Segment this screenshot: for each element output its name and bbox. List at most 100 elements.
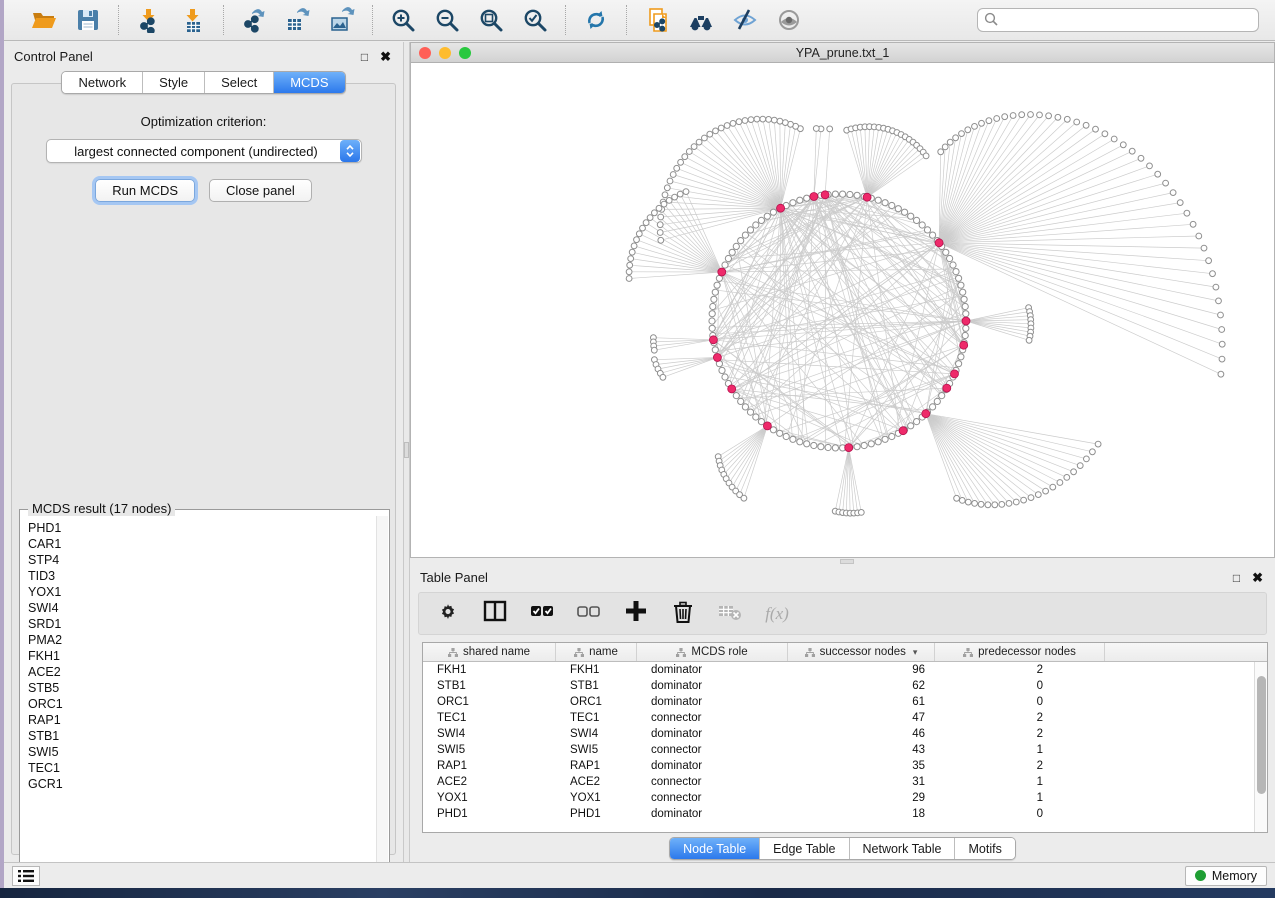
hide-selected-icon: [732, 7, 758, 33]
network-window-title: YPA_prune.txt_1: [411, 46, 1274, 60]
criterion-dropdown[interactable]: largest connected component (undirected): [46, 139, 362, 163]
table-toolbar: f(x): [418, 592, 1267, 635]
network-canvas[interactable]: [411, 63, 1274, 557]
mcds-result-item[interactable]: STB5: [28, 680, 373, 696]
tab-edge-table[interactable]: Edge Table: [760, 838, 849, 859]
mcds-result-item[interactable]: SWI5: [28, 744, 373, 760]
mcds-result-item[interactable]: FKH1: [28, 648, 373, 664]
table-options-button[interactable]: [435, 601, 461, 627]
hide-selected-button[interactable]: [729, 4, 761, 36]
mcds-result-item[interactable]: PMA2: [28, 632, 373, 648]
tab-mcds[interactable]: MCDS: [274, 72, 344, 93]
vertical-splitter-handle[interactable]: [404, 442, 409, 458]
zoom-in-button[interactable]: [387, 4, 419, 36]
float-table-panel-icon[interactable]: □: [1233, 572, 1240, 584]
save-session-button[interactable]: [72, 4, 104, 36]
table-row[interactable]: SWI4SWI4dominator462: [423, 726, 1267, 742]
mcds-result-item[interactable]: RAP1: [28, 712, 373, 728]
import-table-button[interactable]: [177, 4, 209, 36]
tab-motifs[interactable]: Motifs: [955, 838, 1014, 859]
main-toolbar: [4, 0, 1275, 41]
column-header-successor-nodes[interactable]: successor nodes▾: [788, 643, 935, 661]
export-image-icon: [329, 7, 355, 33]
table-row[interactable]: ACE2ACE2connector311: [423, 774, 1267, 790]
zoom-fit-button[interactable]: [475, 4, 507, 36]
table-row[interactable]: STB1STB1dominator620: [423, 678, 1267, 694]
vertical-splitter[interactable]: [403, 42, 410, 862]
mcds-result-list[interactable]: PHD1CAR1STP4TID3YOX1SWI4SRD1PMA2FKH1ACE2…: [28, 520, 373, 873]
export-network-button[interactable]: [238, 4, 270, 36]
run-mcds-button[interactable]: Run MCDS: [95, 179, 195, 202]
export-table-button[interactable]: [282, 4, 314, 36]
mcds-result-item[interactable]: STP4: [28, 552, 373, 568]
close-panel-icon[interactable]: ✖: [380, 50, 391, 63]
import-network-button[interactable]: [133, 4, 165, 36]
mcds-result-item[interactable]: ACE2: [28, 664, 373, 680]
mcds-result-item[interactable]: YOX1: [28, 584, 373, 600]
mcds-result-item[interactable]: GCR1: [28, 776, 373, 792]
close-table-panel-icon[interactable]: ✖: [1252, 571, 1263, 584]
column-header-name[interactable]: name: [556, 643, 637, 661]
table-row[interactable]: RAP1RAP1dominator352: [423, 758, 1267, 774]
tab-select[interactable]: Select: [205, 72, 274, 93]
deselect-all-button[interactable]: [576, 601, 602, 627]
column-header-MCDS-role[interactable]: MCDS role: [637, 643, 788, 661]
table-scrollbar[interactable]: [1254, 662, 1267, 832]
column-header-shared-name[interactable]: shared name: [423, 643, 556, 661]
export-image-button[interactable]: [326, 4, 358, 36]
first-neighbors-button[interactable]: [685, 4, 717, 36]
mcds-result-item[interactable]: PHD1: [28, 520, 373, 536]
column-header-predecessor-nodes[interactable]: predecessor nodes: [935, 643, 1105, 661]
float-panel-icon[interactable]: □: [361, 51, 368, 63]
tab-network-table[interactable]: Network Table: [850, 838, 956, 859]
refresh-view-button[interactable]: [580, 4, 612, 36]
table-row[interactable]: TEC1TEC1connector472: [423, 710, 1267, 726]
search-input[interactable]: [977, 8, 1259, 32]
clone-network-button[interactable]: [641, 4, 673, 36]
mcds-result-item[interactable]: SRD1: [28, 616, 373, 632]
mcds-result-item[interactable]: STB1: [28, 728, 373, 744]
table-row[interactable]: ORC1ORC1dominator610: [423, 694, 1267, 710]
cell-successor-nodes: 47: [788, 710, 935, 726]
open-file-button[interactable]: [28, 4, 60, 36]
delete-column-button[interactable]: [670, 601, 696, 627]
search-icon: [984, 12, 998, 26]
clone-network-icon: [644, 7, 670, 33]
table-row[interactable]: SWI5SWI5connector431: [423, 742, 1267, 758]
cell-successor-nodes: 35: [788, 758, 935, 774]
tab-network[interactable]: Network: [62, 72, 143, 93]
table-row[interactable]: YOX1YOX1connector291: [423, 790, 1267, 806]
delete-table-button[interactable]: [717, 601, 743, 627]
close-panel-button[interactable]: Close panel: [209, 179, 312, 202]
table-scrollbar-thumb[interactable]: [1257, 676, 1266, 794]
network-window-titlebar[interactable]: YPA_prune.txt_1: [411, 43, 1274, 63]
zoom-selected-button[interactable]: [519, 4, 551, 36]
select-all-button[interactable]: [529, 601, 555, 627]
table-row[interactable]: FKH1FKH1dominator962: [423, 662, 1267, 678]
function-builder-button[interactable]: f(x): [764, 601, 790, 627]
mcds-result-item[interactable]: SWI4: [28, 600, 373, 616]
cell-name: PHD1: [556, 806, 637, 822]
mcds-result-item[interactable]: CAR1: [28, 536, 373, 552]
add-column-button[interactable]: [623, 601, 649, 627]
mcds-result-item[interactable]: ORC1: [28, 696, 373, 712]
cell-MCDS-role: connector: [637, 790, 788, 806]
table-row[interactable]: PHD1PHD1dominator180: [423, 806, 1267, 822]
mcds-result-item[interactable]: TEC1: [28, 760, 373, 776]
mcds-result-item[interactable]: TID3: [28, 568, 373, 584]
memory-button[interactable]: Memory: [1185, 866, 1267, 886]
mcds-list-scrollbar[interactable]: [376, 516, 388, 871]
mcds-result-group: MCDS result (17 nodes) PHD1CAR1STP4TID3Y…: [19, 509, 390, 878]
sort-indicator-icon: ▾: [913, 647, 918, 658]
tab-style[interactable]: Style: [143, 72, 205, 93]
tab-node-table[interactable]: Node Table: [670, 838, 760, 859]
zoom-fit-icon: [478, 7, 504, 33]
cell-successor-nodes: 61: [788, 694, 935, 710]
toggle-columns-button[interactable]: [482, 601, 508, 627]
panel-menu-button[interactable]: [12, 866, 40, 886]
show-all-button[interactable]: [773, 4, 805, 36]
table-panel: Table Panel □ ✖ f(x) shared namenameMCDS…: [410, 565, 1275, 862]
network-view-window: YPA_prune.txt_1: [410, 42, 1275, 558]
cell-MCDS-role: dominator: [637, 678, 788, 694]
zoom-out-button[interactable]: [431, 4, 463, 36]
